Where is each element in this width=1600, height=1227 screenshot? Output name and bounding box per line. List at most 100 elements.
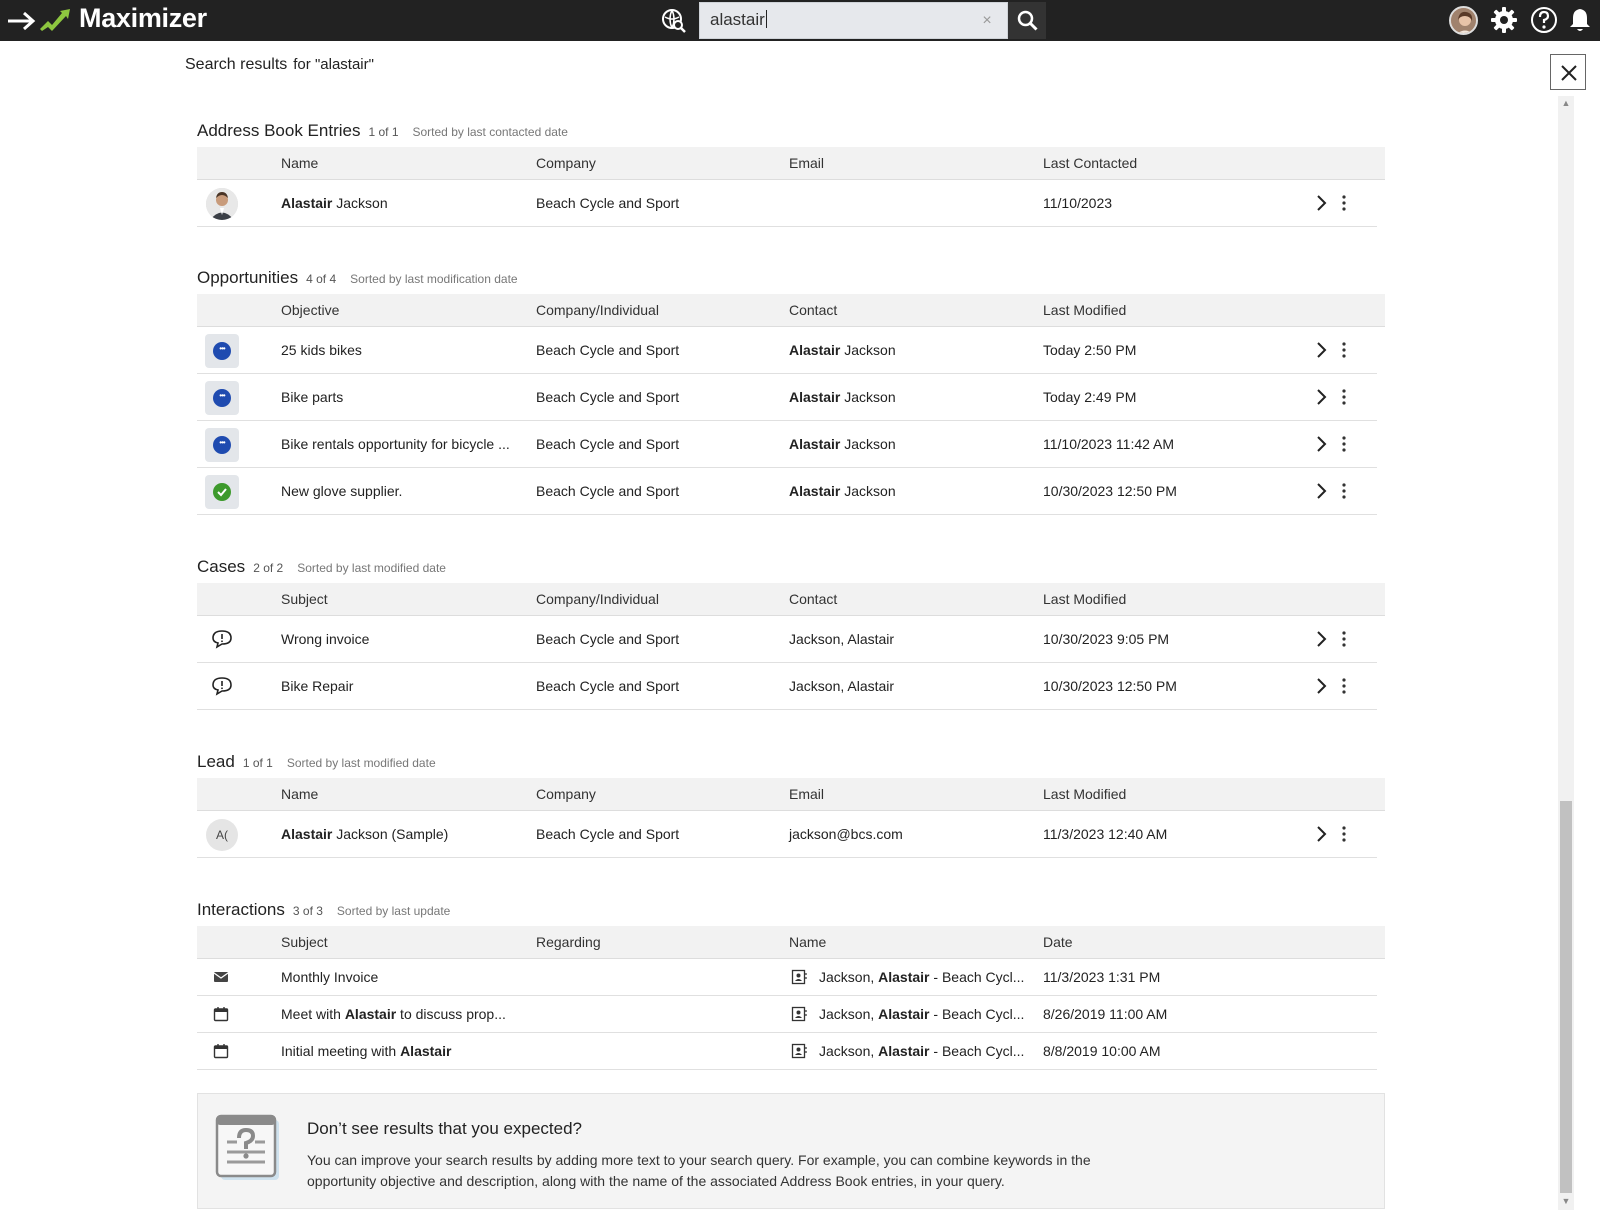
subject-cell[interactable]: Meet with Alastair to discuss prop... (281, 1006, 506, 1022)
section-count: 3 of 3 (292, 904, 323, 918)
more-options-icon[interactable] (1340, 388, 1348, 406)
close-icon[interactable]: × (979, 13, 995, 29)
chevron-right-icon[interactable] (1314, 677, 1328, 695)
subject-cell[interactable]: Initial meeting with Alastair (281, 1043, 451, 1059)
contact-card-icon (791, 1006, 807, 1022)
column-header[interactable]: Regarding (536, 934, 601, 950)
table-row[interactable]: Meet with Alastair to discuss prop... Ja… (197, 996, 1377, 1033)
table-header: Subject Company/Individual Contact Last … (197, 583, 1385, 616)
search-button[interactable] (1008, 2, 1046, 39)
subject-cell[interactable]: Bike Repair (281, 678, 353, 694)
table-row[interactable]: Bike parts Beach Cycle and Sport Alastai… (197, 374, 1377, 421)
column-header[interactable]: Name (281, 155, 318, 171)
contact-cell: Alastair Jackson (789, 389, 896, 405)
column-header[interactable]: Company (536, 155, 596, 171)
scroll-up-arrow-icon[interactable]: ▲ (1558, 96, 1574, 110)
more-options-icon[interactable] (1340, 677, 1348, 695)
search-input-value[interactable]: alastair (710, 10, 767, 30)
help-icon[interactable] (1530, 6, 1558, 34)
column-header[interactable]: Last Modified (1043, 591, 1126, 607)
more-options-icon[interactable] (1340, 825, 1348, 843)
table-row[interactable]: Wrong invoice Beach Cycle and Sport Jack… (197, 616, 1377, 663)
chevron-right-icon[interactable] (1314, 194, 1328, 212)
objective-cell[interactable]: 25 kids bikes (281, 342, 362, 358)
table-row[interactable]: Bike Repair Beach Cycle and Sport Jackso… (197, 663, 1377, 710)
table-row[interactable]: A( Alastair Jackson (Sample) Beach Cycle… (197, 811, 1377, 858)
menu-arrow-icon[interactable] (6, 9, 38, 33)
notifications-bell-icon[interactable] (1568, 7, 1592, 33)
column-header[interactable]: Subject (281, 591, 328, 607)
column-header[interactable]: Last Modified (1043, 786, 1126, 802)
chevron-right-icon[interactable] (1314, 482, 1328, 500)
date-cell: 11/3/2023 1:31 PM (1043, 969, 1161, 985)
top-bar: Maximizer alastair × (0, 0, 1600, 41)
table-row[interactable]: 25 kids bikes Beach Cycle and Sport Alas… (197, 327, 1377, 374)
column-header[interactable]: Name (789, 934, 826, 950)
column-header[interactable]: Last Modified (1043, 302, 1126, 318)
table-row[interactable]: New glove supplier. Beach Cycle and Spor… (197, 468, 1377, 515)
column-header[interactable]: Contact (789, 591, 837, 607)
subject-cell[interactable]: Monthly Invoice (281, 969, 378, 985)
opportunities-section: Opportunities 4 of 4 Sorted by last modifi… (197, 268, 1385, 515)
search-input[interactable]: alastair × (699, 2, 1008, 39)
section-title: Cases 2 of 2 Sorted by last modified date (197, 557, 446, 576)
app-logo-text: Maximizer (79, 3, 207, 33)
section-count: 4 of 4 (306, 272, 337, 286)
column-header[interactable]: Company/Individual (536, 302, 659, 318)
contact-cell: Jackson, Alastair (789, 678, 895, 694)
column-header[interactable]: Email (789, 786, 824, 802)
more-options-icon[interactable] (1340, 435, 1348, 453)
search-icon (1017, 10, 1038, 31)
section-title: Lead 1 of 1 Sorted by last modified date (197, 752, 436, 771)
chevron-right-icon[interactable] (1314, 630, 1328, 648)
more-options-icon[interactable] (1340, 482, 1348, 500)
envelope-icon (213, 972, 229, 982)
calendar-icon (213, 1044, 229, 1059)
subject-cell[interactable]: Wrong invoice (281, 631, 369, 647)
user-avatar[interactable] (1449, 6, 1478, 35)
chevron-right-icon[interactable] (1314, 341, 1328, 359)
column-header[interactable]: Email (789, 155, 824, 171)
contact-photo-avatar (206, 188, 238, 220)
chevron-right-icon[interactable] (1314, 388, 1328, 406)
column-header[interactable]: Subject (281, 934, 328, 950)
table-row[interactable]: Initial meeting with Alastair Jackson, A… (197, 1033, 1377, 1070)
table-row[interactable]: Bike rentals opportunity for bicycle ...… (197, 421, 1377, 468)
speech-bubble-icon (212, 630, 232, 649)
objective-cell[interactable]: Bike rentals opportunity for bicycle ... (281, 436, 510, 452)
objective-cell[interactable]: New glove supplier. (281, 483, 402, 499)
column-header[interactable]: Company/Individual (536, 591, 659, 607)
more-options-icon[interactable] (1340, 341, 1348, 359)
column-header[interactable]: Company (536, 786, 596, 802)
scrollbar-thumb[interactable] (1560, 801, 1572, 1193)
column-header[interactable]: Contact (789, 302, 837, 318)
company-cell: Beach Cycle and Sport (536, 826, 680, 842)
objective-cell[interactable]: Bike parts (281, 389, 343, 405)
contact-name[interactable]: Alastair Jackson (281, 195, 388, 211)
chevron-right-icon[interactable] (1314, 435, 1328, 453)
section-title: Address Book Entries 1 of 1 Sorted by last… (197, 121, 568, 140)
more-options-icon[interactable] (1340, 630, 1348, 648)
column-header[interactable]: Name (281, 786, 318, 802)
date-cell: Today 2:49 PM (1043, 389, 1137, 405)
table-row[interactable]: Alastair Jackson Beach Cycle and Sport 1… (197, 180, 1377, 227)
section-sort-label: Sorted by last modified date (297, 561, 446, 575)
lead-name[interactable]: Alastair Jackson (Sample) (281, 826, 448, 842)
global-search-icon[interactable] (661, 8, 686, 33)
table-row[interactable]: Monthly Invoice Jackson, Alastair - Beac… (197, 959, 1377, 996)
maximizer-logo-icon (40, 9, 70, 31)
chevron-right-icon[interactable] (1314, 825, 1328, 843)
date-cell: 10/30/2023 12:50 PM (1043, 483, 1177, 499)
company-cell: Beach Cycle and Sport (536, 483, 680, 499)
more-options-icon[interactable] (1340, 194, 1348, 212)
search-help-panel: Don’t see results that you expected? You… (197, 1093, 1385, 1209)
scroll-down-arrow-icon[interactable]: ▼ (1558, 1194, 1574, 1208)
column-header[interactable]: Date (1043, 934, 1073, 950)
email-cell: jackson@bcs.com (789, 826, 903, 842)
gear-icon[interactable] (1490, 6, 1518, 34)
column-header[interactable]: Last Contacted (1043, 155, 1137, 171)
section-sort-label: Sorted by last modification date (350, 272, 518, 286)
help-text: You can improve your search results by a… (307, 1152, 1091, 1189)
column-header[interactable]: Objective (281, 302, 339, 318)
close-search-button[interactable] (1550, 54, 1586, 90)
